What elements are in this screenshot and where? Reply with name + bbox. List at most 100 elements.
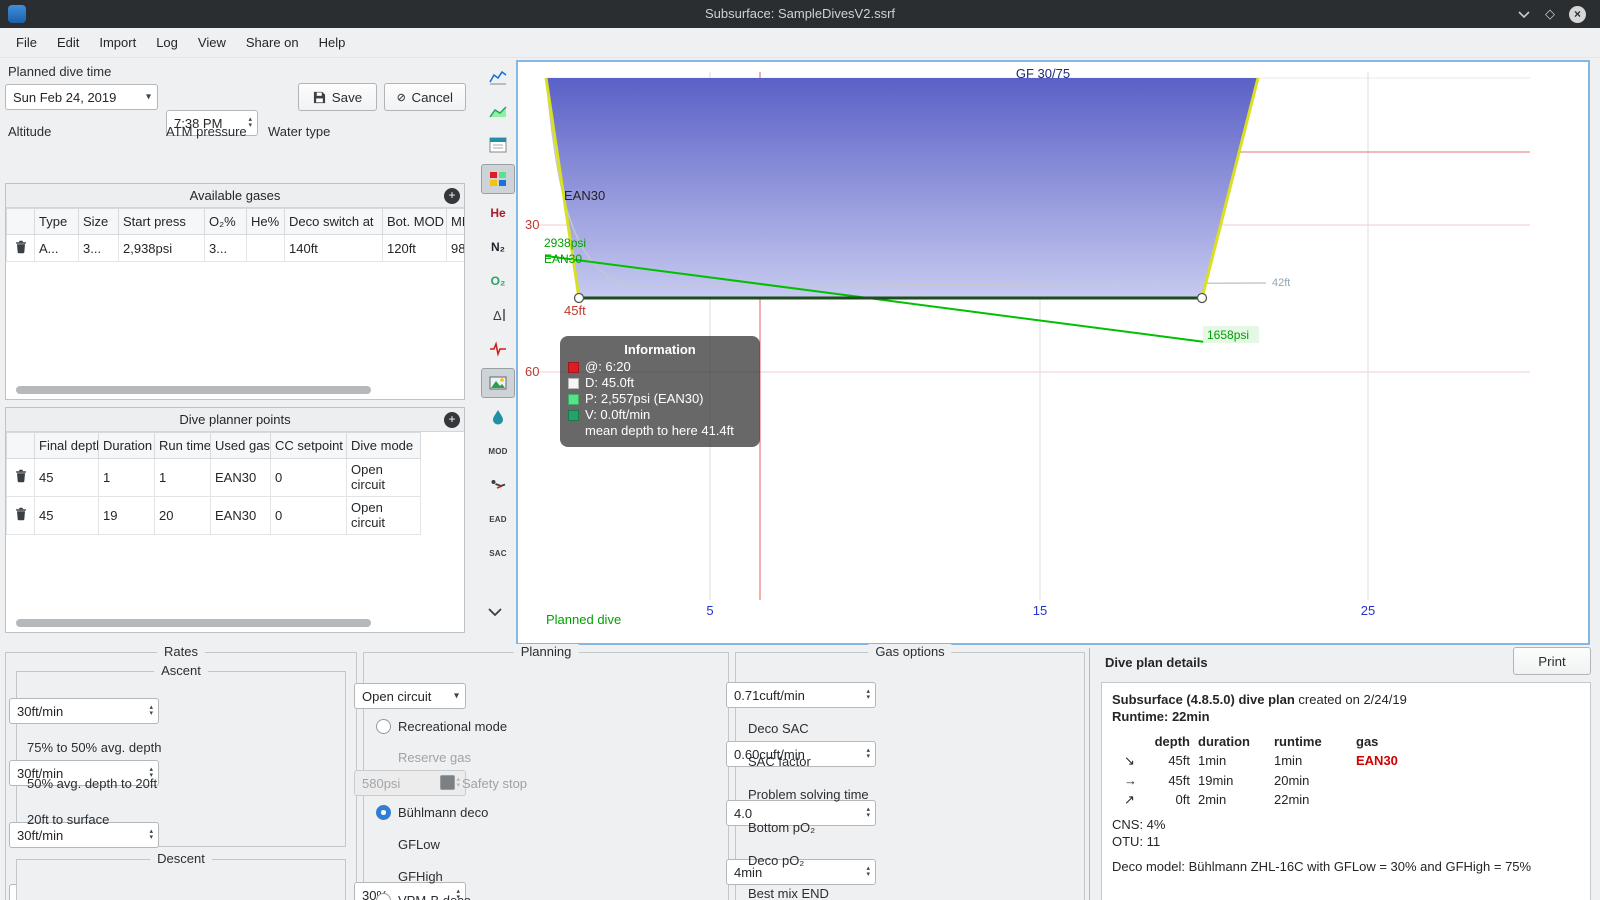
menu-item-help[interactable]: Help <box>309 31 356 54</box>
planner-points-table: Final depth Duration Run time Used gas C… <box>6 432 421 535</box>
profile-handle[interactable] <box>1196 292 1208 304</box>
heartrate-icon[interactable] <box>481 334 515 364</box>
buhlmann-deco-radio[interactable] <box>376 805 391 820</box>
plan-col-runtime: runtime <box>1274 734 1322 750</box>
rates-title: Rates <box>157 644 205 659</box>
info-line: D: 45.0ft <box>585 375 635 390</box>
app-window: { "window": { "title": "Subsurface: Samp… <box>0 0 1600 900</box>
plan-col-depth: depth <box>1154 734 1190 750</box>
dive-plan-details-title: Dive plan details <box>1105 655 1208 670</box>
save-button[interactable]: Save <box>298 83 377 111</box>
panel-splitter[interactable] <box>1089 648 1090 900</box>
dive-mode-select[interactable]: Open circuit <box>354 683 466 709</box>
close-icon[interactable]: × <box>1569 5 1586 23</box>
gases-hscrollbar[interactable] <box>16 386 371 394</box>
info-line: P: 2,557psi (EAN30) <box>585 391 704 406</box>
ascent-rate-input-1[interactable]: 30ft/min <box>9 698 159 724</box>
ascent-rate-label: 75% to 50% avg. depth <box>27 740 162 755</box>
profile-info-box[interactable]: Information @: 6:20 D: 45.0ft P: 2,557ps… <box>560 336 760 447</box>
planner-point-row[interactable]: 45 1 1 EAN30 0 Open circuit <box>6 458 421 497</box>
safety-stop-label: Safety stop <box>462 776 528 791</box>
reserve-gas-label: Reserve gas <box>398 750 471 765</box>
dive-plan-details-panel: Dive plan details Print Subsurface (4.8.… <box>1097 646 1595 900</box>
deco-po2-label: Deco pO₂ <box>748 853 805 868</box>
plan-cns: CNS: 4% <box>1112 816 1166 832</box>
info-box-title: Information <box>624 342 696 357</box>
plan-runtime: Runtime: 22min <box>1112 709 1210 725</box>
gflow-label: GFLow <box>398 837 440 852</box>
gas-options-title: Gas options <box>868 644 952 659</box>
toolbar-collapse-icon[interactable] <box>486 606 504 621</box>
dive-profile-chart[interactable]: GF 30/75 30 60 5 15 25 EAN30 2938psi EAN… <box>516 60 1590 645</box>
delete-point-icon[interactable] <box>14 469 28 483</box>
segment-arrow-icon: ↘ <box>1124 753 1135 769</box>
profile-graph-icon[interactable] <box>481 62 515 92</box>
start-pressure-gas-label: EAN30 <box>544 252 582 266</box>
descent-group: Descent <box>16 851 346 900</box>
menu-item-share-on[interactable]: Share on <box>236 31 309 54</box>
recreational-mode-label: Recreational mode <box>398 719 508 734</box>
ead-icon[interactable]: EAD <box>481 504 515 534</box>
rates-panel: Rates Ascent below 75% avg. depth 30ft/m… <box>5 644 357 900</box>
dive-date-select[interactable]: Sun Feb 24, 2019 <box>5 84 158 110</box>
delete-gas-icon[interactable] <box>14 240 28 254</box>
deco-sac-label: Deco SAC <box>748 721 809 736</box>
available-gases-header: Available gases + <box>6 184 464 208</box>
depth-tick-30: 30 <box>525 217 539 232</box>
diver-icon[interactable] <box>481 470 515 500</box>
dc-ceiling-icon[interactable] <box>481 164 515 194</box>
tissues-icon[interactable] <box>481 402 515 432</box>
info-line: @: 6:20 <box>585 359 631 374</box>
print-button[interactable]: Print <box>1513 647 1591 675</box>
add-planner-point-icon[interactable]: + <box>444 412 460 428</box>
time-tick-25: 25 <box>1361 603 1375 618</box>
bottom-po2-label: Bottom pO₂ <box>748 820 816 835</box>
mod-icon[interactable]: MOD <box>481 436 515 466</box>
planner-hscrollbar[interactable] <box>16 619 371 627</box>
dive-plan-text: Subsurface (4.8.5.0) dive plan created o… <box>1101 682 1591 900</box>
n2-icon[interactable]: N₂ <box>481 232 515 262</box>
best-mix-end-label: Best mix END <box>748 886 829 900</box>
menu-item-edit[interactable]: Edit <box>47 31 89 54</box>
menu-item-import[interactable]: Import <box>89 31 146 54</box>
gf-label: GF 30/75 <box>1016 66 1070 81</box>
menu-item-log[interactable]: Log <box>146 31 188 54</box>
gas-row[interactable]: A... 3... 2,938psi 3... 140ft 120ft 98ft <box>6 234 464 262</box>
save-icon <box>313 91 325 103</box>
menu-item-file[interactable]: File <box>6 31 47 54</box>
recreational-mode-radio[interactable] <box>376 719 391 734</box>
info-line: mean depth to here 41.4ft <box>585 423 734 438</box>
he-icon[interactable]: He <box>481 198 515 228</box>
ceiling-icon[interactable] <box>481 130 515 160</box>
time-tick-5: 5 <box>706 603 713 618</box>
cancel-icon <box>397 93 405 101</box>
menu-item-view[interactable]: View <box>188 31 236 54</box>
planner-point-row[interactable]: 45 19 20 EAN30 0 Open circuit <box>6 496 421 535</box>
bottom-depth-label: 45ft <box>564 303 586 318</box>
planned-dive-time-label: Planned dive time <box>8 64 112 79</box>
plan-created-rest: created on 2/24/19 <box>1294 692 1407 707</box>
delete-point-icon[interactable] <box>14 507 28 521</box>
gases-table: Type Size Start press O₂% He% Deco switc… <box>6 208 464 262</box>
time-tick-15: 15 <box>1033 603 1047 618</box>
plan-col-gas: gas <box>1356 734 1379 750</box>
problem-solving-time-label: Problem solving time <box>748 787 869 802</box>
profile-toolbar: He N₂ O₂ Δ MOD EAD SAC <box>478 62 518 572</box>
sac-icon[interactable]: SAC <box>481 538 515 568</box>
planner-points-box: Dive planner points + Final depth Durati… <box>5 407 465 633</box>
profile-handle[interactable] <box>573 292 585 304</box>
pn2-graph-icon[interactable] <box>481 96 515 126</box>
o2-icon[interactable]: O₂ <box>481 266 515 296</box>
water-type-label: Water type <box>268 124 331 139</box>
cancel-button[interactable]: Cancel <box>384 83 466 111</box>
planning-panel: Planning Dive mode Open circuit Recreati… <box>354 644 729 900</box>
ascent-group: Ascent below 75% avg. depth 30ft/min 75%… <box>9 663 346 900</box>
window-title: Subsurface: SampleDivesV2.ssrf <box>704 6 896 21</box>
bottom-sac-input[interactable]: 0.71cuft/min <box>726 682 876 708</box>
setpoint-icon[interactable]: Δ <box>481 300 515 330</box>
photos-icon[interactable] <box>481 368 515 398</box>
minimize-icon[interactable] <box>1517 10 1531 19</box>
add-gas-icon[interactable]: + <box>444 188 460 204</box>
maximize-icon[interactable]: ◇ <box>1545 6 1555 22</box>
info-chip <box>568 409 579 421</box>
